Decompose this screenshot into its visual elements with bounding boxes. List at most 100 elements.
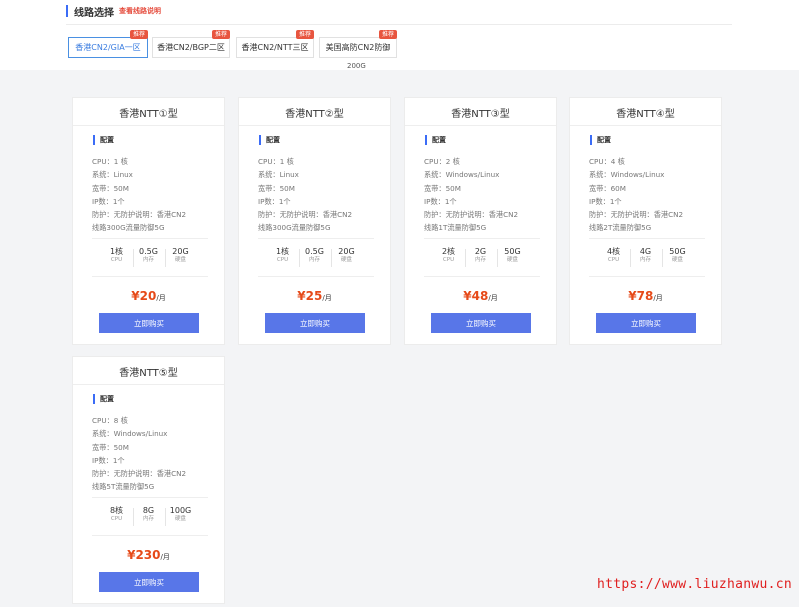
buy-now-button[interactable]: 立即购买	[99, 572, 199, 592]
stat-row: 2核 CPU 2G 内存 50G 硬盘	[405, 247, 556, 267]
section-title: 线路选择	[74, 7, 114, 19]
stat-value: 50G	[669, 247, 686, 256]
spec-os: 系统：Linux	[92, 170, 133, 180]
tab-hk-cn2-bgp[interactable]: 香港CN2/BGP二区 推荐	[152, 30, 230, 58]
buy-now-button[interactable]: 立即购买	[431, 313, 531, 333]
divider	[258, 238, 374, 239]
stat-value: 20G	[172, 247, 189, 256]
spec-list: CPU：1 核 系统：Linux 宽带：50M IP数：1个 防护：无防护说明：…	[92, 155, 224, 235]
stat-unit: CPU	[442, 257, 455, 263]
config-heading: 配置	[590, 135, 611, 145]
watermark: https://www.liuzhanwu.cn	[597, 577, 793, 592]
stat-unit: 硬盘	[506, 257, 518, 263]
stat-memory: 0.5G 内存	[298, 247, 331, 267]
recommend-badge: 推荐	[211, 30, 230, 39]
config-heading: 配置	[425, 135, 446, 145]
spec-bandwidth: 宽带：50M	[92, 442, 129, 452]
stat-cpu: 8核 CPU	[101, 506, 133, 523]
line-description-link[interactable]: 查看线路说明	[119, 6, 161, 16]
stat-memory: 8G 内存	[132, 506, 165, 526]
stat-disk: 100G 硬盘	[164, 506, 197, 526]
tab-hk-cn2-gia[interactable]: 香港CN2/GIA一区 推荐	[68, 30, 148, 58]
plan-card: 香港NTT④型 配置 CPU：4 核 系统：Windows/Linux 宽带：6…	[569, 97, 722, 345]
config-label: 配置	[100, 395, 114, 403]
buy-now-button[interactable]: 立即购买	[265, 313, 365, 333]
tab-label: 美国高防CN2防御	[325, 43, 391, 52]
recommend-badge: 推荐	[378, 30, 397, 39]
stat-disk: 50G 硬盘	[661, 247, 694, 267]
price-amount: ¥25	[297, 289, 323, 303]
stat-row: 8核 CPU 8G 内存 100G 硬盘	[73, 506, 224, 526]
stat-unit: CPU	[110, 516, 123, 522]
tab-label: 香港CN2/GIA一区	[75, 43, 141, 52]
stat-value: 8核	[109, 506, 124, 515]
stat-disk: 50G 硬盘	[496, 247, 529, 267]
divider	[424, 238, 540, 239]
config-heading: 配置	[93, 394, 114, 404]
stat-value: 4核	[606, 247, 621, 256]
spec-ip: IP数：1个	[424, 196, 457, 206]
spec-list: CPU：1 核 系统：Linux 宽带：50M IP数：1个 防护：无防护说明：…	[258, 155, 390, 235]
price-amount: ¥48	[463, 289, 489, 303]
spec-protection: 防护：无防护说明：香港CN2	[424, 210, 519, 220]
stat-disk: 20G 硬盘	[164, 247, 197, 267]
tab-label: 香港CN2/BGP二区	[157, 43, 225, 52]
tab-us-cn2-ddos[interactable]: 美国高防CN2防御 推荐	[319, 30, 397, 58]
spec-cpu: CPU：2 核	[424, 157, 460, 166]
spec-cpu: CPU：4 核	[589, 157, 625, 166]
price-unit: /月	[156, 294, 166, 302]
stat-unit: CPU	[276, 257, 289, 263]
price-unit: /月	[488, 294, 498, 302]
spec-list: CPU：4 核 系统：Windows/Linux 宽带：60M IP数：1个 防…	[589, 155, 721, 235]
spec-bandwidth: 宽带：50M	[424, 183, 461, 193]
price-amount: ¥20	[131, 289, 157, 303]
spec-cpu: CPU：8 核	[92, 416, 128, 425]
spec-os: 系统：Windows/Linux	[424, 170, 500, 180]
heading-accent-bar	[590, 135, 592, 145]
recommend-badge: 推荐	[295, 30, 314, 39]
line-selection-panel: 线路选择 查看线路说明 香港CN2/GIA一区 推荐 香港CN2/BGP二区 推…	[0, 0, 799, 70]
price-amount: ¥230	[127, 548, 161, 562]
config-label: 配置	[432, 136, 446, 144]
spec-os: 系统：Linux	[258, 170, 299, 180]
divider	[92, 535, 208, 536]
stat-value: 20G	[338, 247, 355, 256]
stat-unit: CPU	[607, 257, 620, 263]
divider	[424, 276, 540, 277]
tab-subtext: 200G	[347, 62, 366, 70]
divider	[92, 238, 208, 239]
price: ¥78/月	[570, 285, 721, 304]
stat-cpu: 1核 CPU	[101, 247, 133, 264]
stat-memory: 0.5G 内存	[132, 247, 165, 267]
stat-unit: 内存	[474, 257, 486, 263]
stat-row: 1核 CPU 0.5G 内存 20G 硬盘	[239, 247, 390, 267]
spec-traffic: 线路300G流量防御5G	[92, 223, 165, 233]
spec-traffic: 线路2T流量防御5G	[589, 223, 652, 233]
stat-unit: 内存	[639, 257, 651, 263]
stat-value: 0.5G	[139, 247, 158, 256]
spec-list: CPU：2 核 系统：Windows/Linux 宽带：50M IP数：1个 防…	[424, 155, 556, 235]
divider	[73, 384, 224, 385]
config-heading: 配置	[259, 135, 280, 145]
spec-ip: IP数：1个	[589, 196, 622, 206]
divider	[239, 125, 390, 126]
plan-card: 香港NTT①型 配置 CPU：1 核 系统：Linux 宽带：50M IP数：1…	[72, 97, 225, 345]
divider	[73, 125, 224, 126]
price-amount: ¥78	[628, 289, 654, 303]
spec-ip: IP数：1个	[258, 196, 291, 206]
config-label: 配置	[597, 136, 611, 144]
config-label: 配置	[100, 136, 114, 144]
spec-bandwidth: 宽带：50M	[258, 183, 295, 193]
heading-accent-bar	[66, 5, 68, 17]
buy-now-button[interactable]: 立即购买	[99, 313, 199, 333]
stat-unit: 硬盘	[340, 257, 352, 263]
stat-value: 1核	[109, 247, 124, 256]
buy-now-button[interactable]: 立即购买	[596, 313, 696, 333]
tab-hk-cn2-ntt[interactable]: 香港CN2/NTT三区 推荐	[236, 30, 314, 58]
heading-accent-bar	[425, 135, 427, 145]
divider	[92, 276, 208, 277]
plan-name: 香港NTT①型	[119, 109, 178, 120]
price: ¥20/月	[73, 285, 224, 304]
price: ¥48/月	[405, 285, 556, 304]
stat-unit: 内存	[142, 516, 154, 522]
